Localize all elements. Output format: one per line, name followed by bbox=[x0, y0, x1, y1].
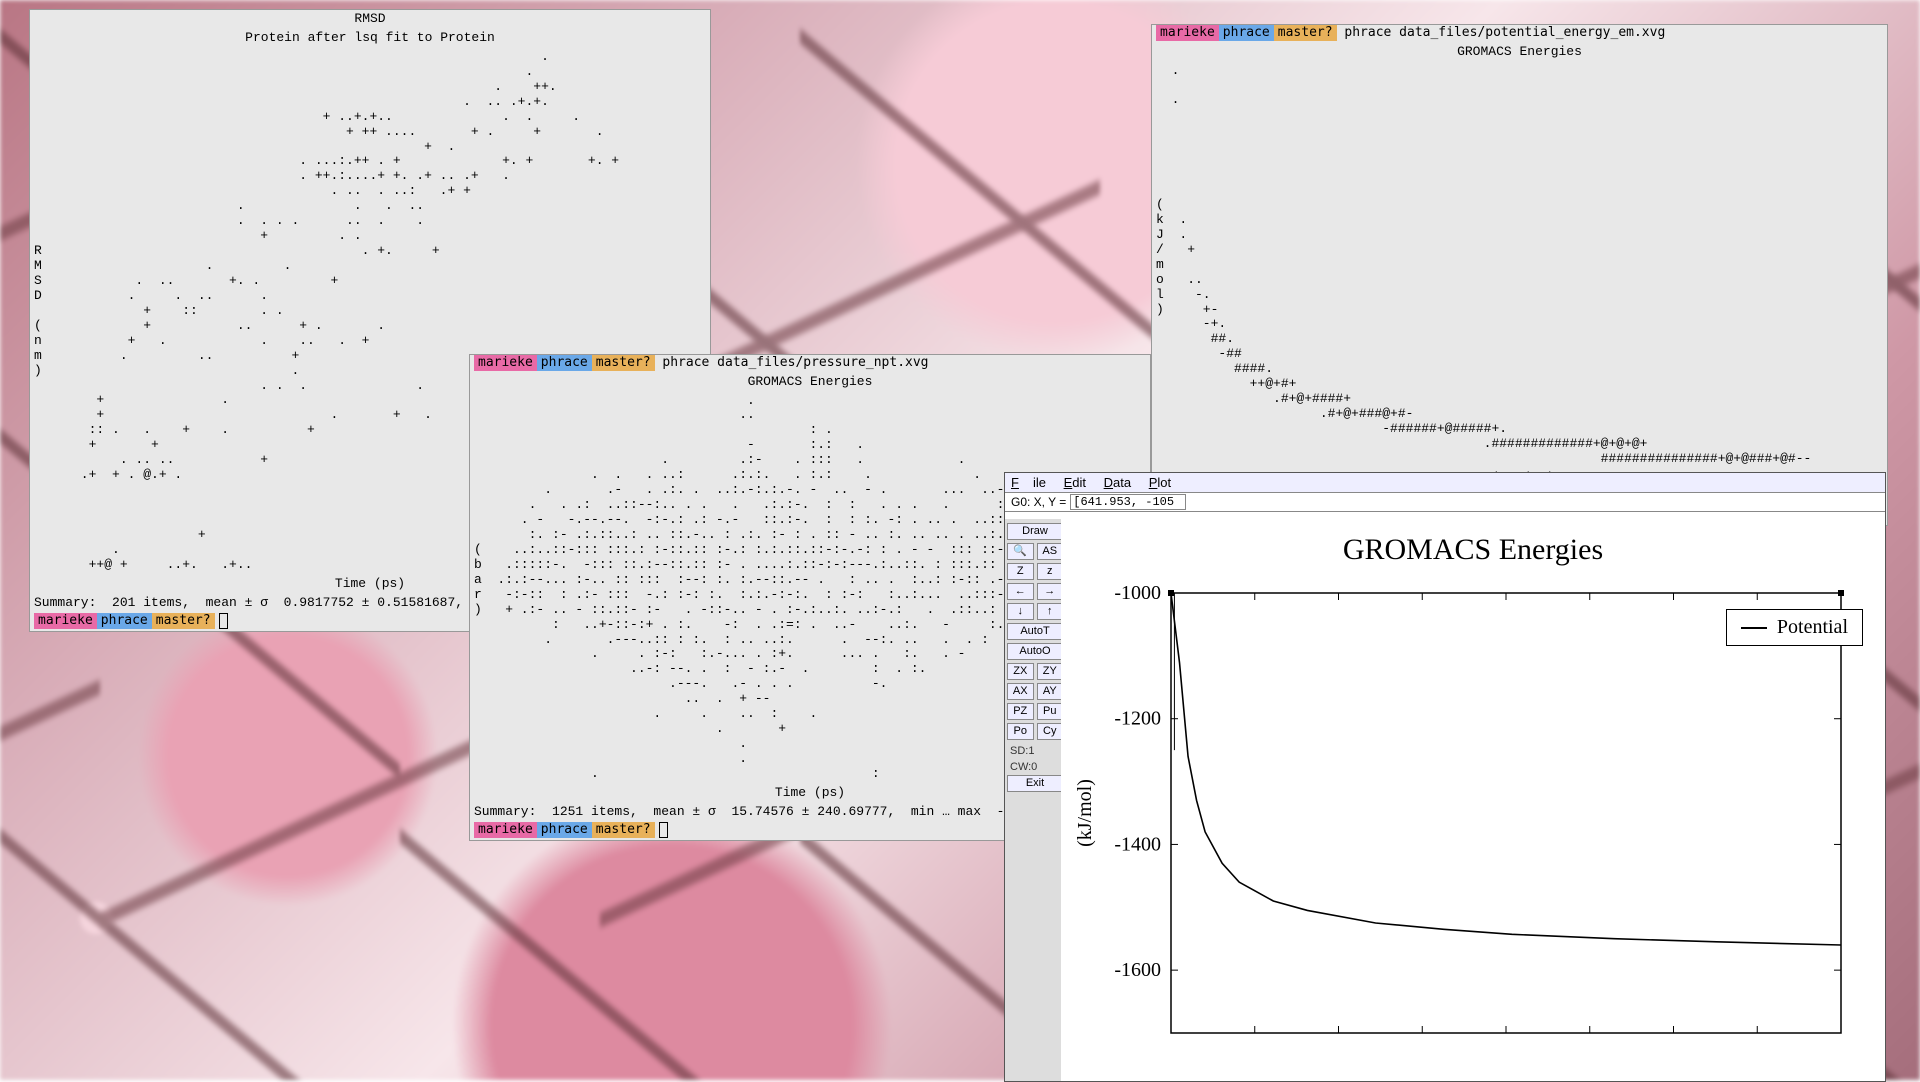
zx-button[interactable]: ZX bbox=[1007, 663, 1034, 680]
zoom-low-button[interactable]: z bbox=[1037, 563, 1064, 580]
prompt-workspace: phrace bbox=[97, 613, 152, 629]
pu-button[interactable]: Pu bbox=[1037, 703, 1064, 720]
prompt-branch: master? bbox=[592, 355, 655, 371]
grace-window: File Edit Data Plot G0: X, Y = Draw 🔍 AS… bbox=[1004, 472, 1886, 1082]
prompt-pressure-top[interactable]: mariekephracemaster? phrace data_files/p… bbox=[470, 355, 1150, 373]
menubar: File Edit Data Plot bbox=[1005, 473, 1885, 493]
rmsd-title: RMSD bbox=[30, 10, 710, 29]
svg-text:-1400: -1400 bbox=[1114, 833, 1161, 855]
ax-button[interactable]: AX bbox=[1007, 683, 1034, 700]
terminal-potential: mariekephracemaster? phrace data_files/p… bbox=[1152, 25, 1887, 525]
zoom-cap-button[interactable]: Z bbox=[1007, 563, 1034, 580]
svg-text:-1000: -1000 bbox=[1114, 582, 1161, 604]
legend-label: Potential bbox=[1777, 616, 1848, 639]
prompt-workspace: phrace bbox=[1219, 25, 1274, 41]
draw-button[interactable]: Draw bbox=[1007, 523, 1063, 540]
pan-up-icon[interactable]: ↑ bbox=[1037, 603, 1064, 620]
status-row: G0: X, Y = bbox=[1005, 493, 1885, 512]
pan-down-icon[interactable]: ↓ bbox=[1007, 603, 1034, 620]
prompt-branch: master? bbox=[592, 822, 655, 838]
plot-title: GROMACS Energies bbox=[1061, 519, 1885, 573]
ay-button[interactable]: AY bbox=[1037, 683, 1064, 700]
legend: Potential bbox=[1726, 609, 1863, 646]
sd-readout: SD:1 bbox=[1007, 743, 1063, 759]
cursor-icon bbox=[659, 822, 668, 838]
zy-button[interactable]: ZY bbox=[1037, 663, 1064, 680]
svg-text:-1600: -1600 bbox=[1114, 959, 1161, 981]
menu-data[interactable]: Data bbox=[1104, 475, 1131, 490]
potential-title: GROMACS Energies bbox=[1152, 43, 1887, 62]
svg-text:-1200: -1200 bbox=[1114, 708, 1161, 730]
prompt-user: marieke bbox=[1156, 25, 1219, 41]
status-label: G0: X, Y = bbox=[1011, 495, 1066, 509]
autot-button[interactable]: AutoT bbox=[1007, 623, 1063, 640]
prompt-user: marieke bbox=[474, 355, 537, 371]
cy-button[interactable]: Cy bbox=[1037, 723, 1064, 740]
plot-area[interactable]: GROMACS Energies Potential -1000 -1200 -14… bbox=[1061, 519, 1885, 1081]
toolbox: Draw 🔍 AS Z z ← → ↓ ↑ AutoT AutoO ZXZY A… bbox=[1005, 519, 1066, 1081]
prompt-branch: master? bbox=[152, 613, 215, 629]
autoscale-button[interactable]: AS bbox=[1037, 543, 1064, 560]
exit-button[interactable]: Exit bbox=[1007, 775, 1063, 792]
cw-readout: CW:0 bbox=[1007, 759, 1063, 775]
prompt-potential-top[interactable]: mariekephracemaster? phrace data_files/p… bbox=[1152, 25, 1887, 43]
prompt-branch: master? bbox=[1274, 25, 1337, 41]
cursor-icon bbox=[219, 613, 228, 629]
pressure-title: GROMACS Energies bbox=[470, 373, 1150, 392]
coord-readout[interactable] bbox=[1070, 494, 1186, 510]
svg-text:(kJ/mol): (kJ/mol) bbox=[1074, 779, 1096, 847]
menu-file[interactable]: File bbox=[1011, 475, 1046, 490]
rmsd-subtitle: Protein after lsq fit to Protein bbox=[30, 29, 710, 48]
po-button[interactable]: Po bbox=[1007, 723, 1034, 740]
potential-ascii-plot: . . ( k . J . / + m o .. l -. ) +- -+. #… bbox=[1152, 62, 1887, 469]
autoo-button[interactable]: AutoO bbox=[1007, 643, 1063, 660]
prompt-user: marieke bbox=[474, 822, 537, 838]
potential-cmd: phrace data_files/potential_energy_em.xv… bbox=[1344, 25, 1665, 40]
legend-swatch bbox=[1741, 627, 1767, 629]
menu-edit[interactable]: Edit bbox=[1064, 475, 1086, 490]
pan-right-icon[interactable]: → bbox=[1037, 583, 1064, 600]
pan-left-icon[interactable]: ← bbox=[1007, 583, 1034, 600]
prompt-workspace: phrace bbox=[537, 822, 592, 838]
prompt-user: marieke bbox=[34, 613, 97, 629]
menu-plot[interactable]: Plot bbox=[1149, 475, 1171, 490]
pz-button[interactable]: PZ bbox=[1007, 703, 1034, 720]
pressure-cmd: phrace data_files/pressure_npt.xvg bbox=[662, 355, 928, 370]
zoom-in-icon[interactable]: 🔍 bbox=[1007, 543, 1034, 560]
grace-plot-svg: -1000 -1200 -1400 -1600 (kJ/mol) bbox=[1061, 573, 1881, 1073]
prompt-workspace: phrace bbox=[537, 355, 592, 371]
